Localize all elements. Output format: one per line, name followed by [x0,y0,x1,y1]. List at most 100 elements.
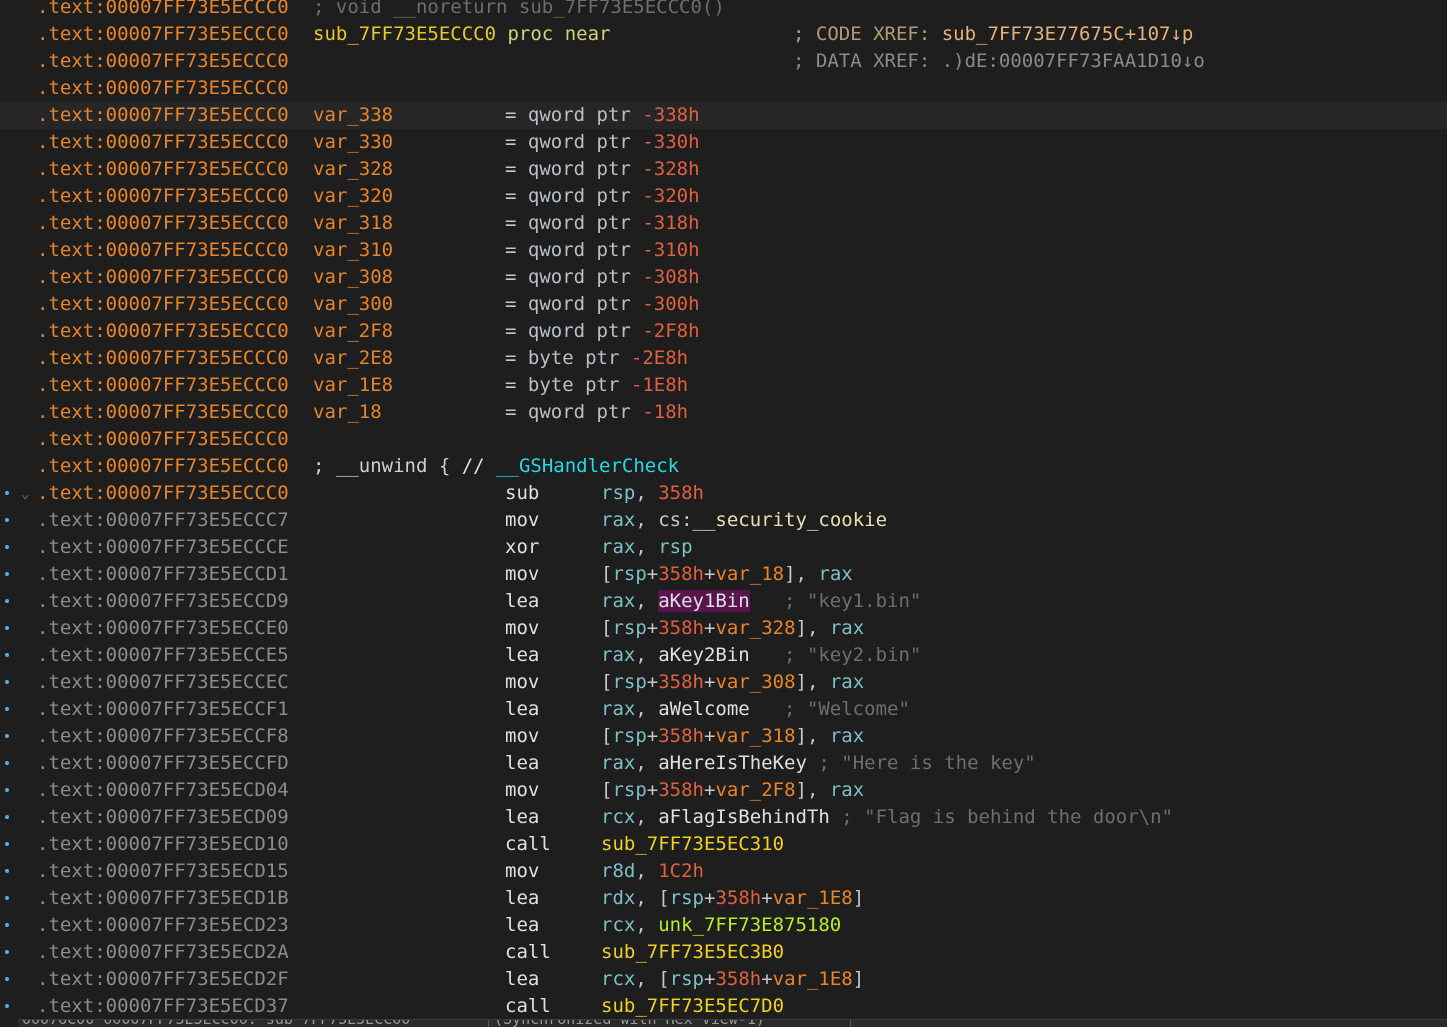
listing-line[interactable]: .text:00007FF73E5ECCC0 var_2F8 = qword ptr… [0,318,1447,345]
listing-line[interactable]: .text:00007FF73E5ECCD9 lea rax, aKey1Bin ;… [0,588,1447,615]
register[interactable]: rax [601,752,635,774]
variable-name[interactable]: var_330 [313,129,393,156]
register[interactable]: rsp [670,887,704,909]
breakpoint-dot[interactable] [5,626,9,630]
listing-line[interactable]: .text:00007FF73E5ECCC0 var_310 = qword ptr… [0,237,1447,264]
variable-name[interactable]: var_338 [313,102,393,129]
listing-line[interactable]: .text:00007FF73E5ECCC7 mov rax, cs:__secur… [0,507,1447,534]
register[interactable]: rax [601,536,635,558]
breakpoint-dot[interactable] [5,599,9,603]
register[interactable]: rsp [612,725,646,747]
string-label[interactable]: aFlagIsBehindTh [658,806,830,828]
mnemonic[interactable]: sub [505,480,539,507]
mnemonic[interactable]: lea [505,912,539,939]
register[interactable]: rsp [612,779,646,801]
mnemonic[interactable]: mov [505,858,539,885]
register[interactable]: rax [601,644,635,666]
listing-line[interactable]: .text:00007FF73E5ECCC0 [0,426,1447,453]
breakpoint-dot[interactable] [5,1004,9,1008]
breakpoint-dot[interactable] [5,815,9,819]
listing-line[interactable]: .text:00007FF73E5ECCC0 var_318 = qword ptr… [0,210,1447,237]
listing-line[interactable]: .text:00007FF73E5ECCF8 mov [rsp+358h+var_3… [0,723,1447,750]
listing-line[interactable]: .text:00007FF73E5ECCC0 ; void __noreturn… [0,0,1447,21]
listing-line[interactable]: .text:00007FF73E5ECCEC mov [rsp+358h+var_3… [0,669,1447,696]
call-target[interactable]: sub_7FF73E5EC7D0 [601,995,784,1017]
mnemonic[interactable]: mov [505,615,539,642]
register[interactable]: rcx [601,806,635,828]
listing-line[interactable]: .text:00007FF73E5ECCC0 var_18 = qword ptr … [0,399,1447,426]
breakpoint-dot[interactable] [5,977,9,981]
variable-name[interactable]: var_18 [313,399,382,426]
immediate-value[interactable]: 358h [658,482,704,504]
register[interactable]: rax [601,509,635,531]
register[interactable]: rax [601,590,635,612]
listing-line[interactable]: .text:00007FF73E5ECCC0 var_330 = qword ptr… [0,129,1447,156]
listing-line[interactable]: .text:00007FF73E5ECCF1 lea rax, aWelcome ;… [0,696,1447,723]
xref-target[interactable]: .)dE:00007FF73FAA1D10↓o [942,50,1205,72]
listing-line[interactable]: .text:00007FF73E5ECCC0 ; DATA XREF: .)dE… [0,48,1447,75]
mnemonic[interactable]: lea [505,885,539,912]
variable-reference[interactable]: var_328 [715,617,795,639]
mnemonic[interactable]: lea [505,642,539,669]
register[interactable]: r8d [601,860,635,882]
listing-line[interactable]: .text:00007FF73E5ECCFD lea rax, aHereIsThe… [0,750,1447,777]
mnemonic[interactable]: xor [505,534,539,561]
listing-line[interactable]: .text:00007FF73E5ECCE0 mov [rsp+358h+var_3… [0,615,1447,642]
listing-line[interactable]: .text:00007FF73E5ECD04 mov [rsp+358h+var_2… [0,777,1447,804]
register[interactable]: rax [830,671,864,693]
listing-line[interactable]: .text:00007FF73E5ECCC0 var_2E8 = byte ptr … [0,345,1447,372]
listing-line[interactable]: .text:00007FF73E5ECCCE xor rax, rsp [0,534,1447,561]
variable-name[interactable]: var_320 [313,183,393,210]
variable-reference[interactable]: var_1E8 [773,887,853,909]
listing-line[interactable]: .text:00007FF73E5ECCC0 ; __unwind { // _… [0,453,1447,480]
immediate-value[interactable]: 358h [658,671,704,693]
listing-line[interactable]: .text:00007FF73E5ECCC0 var_338 = qword ptr… [0,102,1447,129]
register[interactable]: rax [830,725,864,747]
function-name[interactable]: sub_7FF73E5ECCC0 [313,23,496,45]
immediate-value[interactable]: 358h [658,779,704,801]
breakpoint-dot[interactable] [5,680,9,684]
mnemonic[interactable]: mov [505,723,539,750]
listing-line[interactable]: .text:00007FF73E5ECD09 lea rcx, aFlagIsBeh… [0,804,1447,831]
listing-line[interactable]: .text:00007FF73E5ECCD1 mov [rsp+358h+var_1… [0,561,1447,588]
listing-line[interactable]: .text:00007FF73E5ECCC0 [0,75,1447,102]
mnemonic[interactable]: lea [505,696,539,723]
breakpoint-dot[interactable] [5,950,9,954]
mnemonic[interactable]: call [505,993,551,1020]
register[interactable]: rsp [612,671,646,693]
listing-line[interactable]: .text:00007FF73E5ECCE5 lea rax, aKey2Bin ;… [0,642,1447,669]
variable-name[interactable]: var_2E8 [313,345,393,372]
mnemonic[interactable]: call [505,939,551,966]
variable-name[interactable]: var_308 [313,264,393,291]
variable-reference[interactable]: var_308 [715,671,795,693]
register[interactable]: rsp [612,617,646,639]
variable-reference[interactable]: var_2F8 [715,779,795,801]
listing-line[interactable]: .text:00007FF73E5ECCC0 var_320 = qword ptr… [0,183,1447,210]
string-label[interactable]: aKey2Bin [658,644,750,666]
breakpoint-dot[interactable] [5,842,9,846]
breakpoint-dot[interactable] [5,788,9,792]
data-label[interactable]: unk_7FF73E875180 [658,914,841,936]
breakpoint-dot[interactable] [5,653,9,657]
register[interactable]: rax [830,617,864,639]
mnemonic[interactable]: mov [505,561,539,588]
immediate-value[interactable]: 358h [715,887,761,909]
listing-line[interactable]: .text:00007FF73E5ECD2F lea rcx, [rsp+358h+… [0,966,1447,993]
mnemonic[interactable]: mov [505,777,539,804]
register[interactable]: rax [830,779,864,801]
string-label-highlighted[interactable]: aKey1Bin [658,590,750,612]
breakpoint-dot[interactable] [5,545,9,549]
register[interactable]: rsp [658,536,692,558]
immediate-value[interactable]: 1C2h [658,860,704,882]
mnemonic[interactable]: lea [505,966,539,993]
listing-line[interactable]: .text:00007FF73E5ECCC0 var_308 = qword ptr… [0,264,1447,291]
listing-line[interactable]: .text:00007FF73E5ECD15 mov r8d, 1C2h [0,858,1447,885]
variable-name[interactable]: var_328 [313,156,393,183]
listing-line[interactable]: .text:00007FF73E5ECCC0 var_1E8 = byte ptr … [0,372,1447,399]
call-target[interactable]: sub_7FF73E5EC310 [601,833,784,855]
listing-line[interactable]: .text:00007FF73E5ECD2A call sub_7FF73E5EC3… [0,939,1447,966]
disassembly-view[interactable]: .text:00007FF73E5ECCC0 ; void __noreturn… [0,0,1447,1020]
register[interactable]: rcx [601,968,635,990]
listing-line[interactable]: .text:00007FF73E5ECD10 call sub_7FF73E5EC3… [0,831,1447,858]
call-target[interactable]: sub_7FF73E5EC3B0 [601,941,784,963]
